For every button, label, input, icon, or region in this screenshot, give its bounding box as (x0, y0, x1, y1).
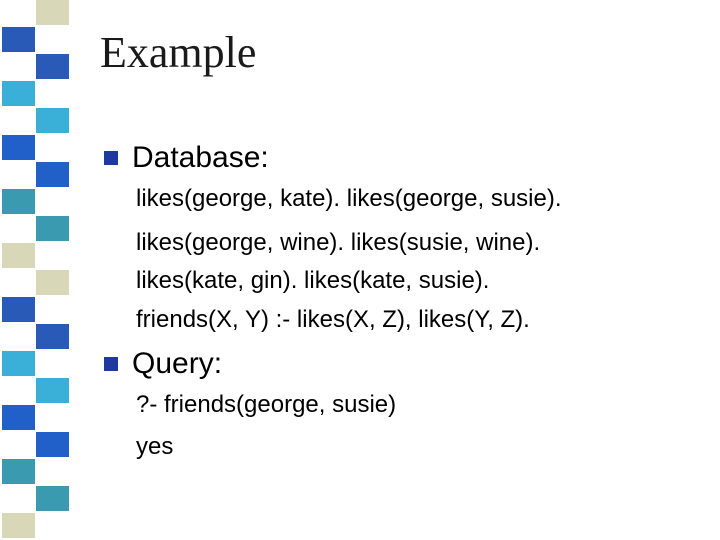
stripe-block (2, 351, 35, 376)
stripe-block (36, 486, 69, 511)
section-label: Query: (132, 347, 223, 380)
code-line: likes(george, wine). likes(susie, wine). (136, 229, 541, 256)
code-line: likes(kate, gin). likes(kate, susie). (136, 267, 490, 294)
slide-title: Example (100, 28, 257, 77)
decorative-stripe (0, 0, 70, 540)
stripe-block (36, 270, 69, 295)
stripe-block (2, 135, 35, 160)
stripe-block (2, 243, 35, 268)
code-line: ?- friends(george, susie) (136, 391, 397, 418)
code-line: yes (136, 433, 174, 460)
section-label: Database: (132, 141, 269, 174)
stripe-block (36, 216, 69, 241)
stripe-block (36, 0, 69, 25)
stripe-block (36, 378, 69, 403)
stripe-block (2, 27, 35, 52)
bullet-square-icon (104, 151, 118, 165)
stripe-block (36, 54, 69, 79)
stripe-block (2, 297, 35, 322)
stripe-block (2, 459, 35, 484)
stripe-block (2, 189, 35, 214)
bullet-database: Database: (104, 140, 269, 176)
stripe-block (2, 81, 35, 106)
stripe-column-left (2, 0, 35, 540)
stripe-column-right (36, 0, 69, 540)
stripe-block (36, 432, 69, 457)
stripe-block (36, 108, 69, 133)
stripe-block (36, 324, 69, 349)
stripe-block (36, 162, 69, 187)
stripe-block (2, 405, 35, 430)
bullet-query: Query: (104, 346, 222, 382)
code-line: friends(X, Y) :- likes(X, Z), likes(Y, Z… (136, 306, 530, 333)
bullet-square-icon (104, 357, 118, 371)
code-line: likes(george, kate). likes(george, susie… (136, 185, 562, 212)
stripe-block (2, 513, 35, 538)
